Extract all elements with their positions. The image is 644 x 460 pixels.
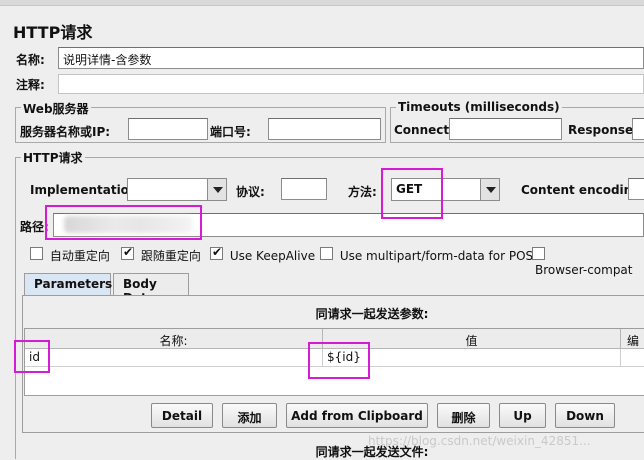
down-button[interactable]: Down [555,403,615,428]
path-highlight-box [45,205,202,240]
page-title: HTTP请求 [13,23,93,42]
top-toolbar-strip [0,0,644,6]
server-name-value [129,119,207,125]
multipart-label: Use multipart/form-data for POST [339,249,541,263]
up-button[interactable]: Up [499,403,546,428]
keepalive-checkbox[interactable] [210,245,223,260]
response-label: Response: [568,123,638,137]
params-caption-wrap: 同请求一起发送参数: [0,305,644,322]
param-value-highlight-box [308,342,370,379]
tab-parameters[interactable]: Parameters [24,273,112,295]
option-multipart[interactable]: Use multipart/form-data for POST [320,247,540,263]
method-highlight-box [381,168,443,219]
param-name-highlight-box [14,340,50,373]
table-cell-encode[interactable] [621,349,644,367]
column-header-encode[interactable]: 编 [621,329,644,349]
column-header-name[interactable]: 名称: [25,329,323,349]
connect-timeout-value [450,119,561,125]
timeouts-legend: Timeouts (milliseconds) [396,100,562,114]
name-field-value: 说明详情-含参数 [63,53,152,67]
follow-redirects-label: 跟随重定向 [140,249,201,263]
multipart-checkbox[interactable] [320,247,333,260]
name-field[interactable]: 说明详情-含参数 [58,47,644,69]
response-timeout-input[interactable] [632,118,644,140]
option-keepalive[interactable]: Use KeepAlive [210,245,316,263]
keepalive-label: Use KeepAlive [229,249,316,263]
comment-label: 注释: [16,78,45,92]
implementation-select[interactable] [127,178,227,201]
browser-compat-label: Browser-compat [535,263,633,277]
name-label: 名称: [16,53,45,67]
auto-redirect-checkbox[interactable] [30,247,43,260]
protocol-label: 协议: [236,185,265,199]
server-name-label: 服务器名称或IP: [20,125,111,139]
port-input[interactable] [268,118,381,140]
tab-body-data[interactable]: Body Data [113,273,189,305]
watermark: https://blog.csdn.net/weixin_42851... [368,434,591,448]
server-name-input[interactable] [128,118,208,140]
table-cell-name[interactable]: id [25,349,323,367]
option-browser-compat[interactable]: Browser-compat [532,247,644,277]
option-follow-redirects[interactable]: 跟随重定向 [121,245,201,264]
add-from-clipboard-button[interactable]: Add from Clipboard [286,403,428,428]
connect-timeout-input[interactable] [449,118,562,140]
response-timeout-value [633,119,644,125]
add-button[interactable]: 添加 [222,403,277,428]
content-encoding-label: Content encoding: [521,183,644,197]
auto-redirect-label: 自动重定向 [49,249,110,263]
port-label: 端口号: [210,125,251,139]
port-value [269,119,380,125]
connect-label: Connect: [394,123,454,137]
comment-field[interactable] [58,74,644,94]
params-caption: 同请求一起发送参数: [315,307,429,321]
follow-redirects-checkbox[interactable] [121,245,134,260]
content-encoding-value [629,179,644,185]
browser-compat-checkbox[interactable] [532,247,545,260]
protocol-input[interactable] [281,178,327,200]
method-label: 方法: [348,185,377,199]
chevron-down-icon[interactable] [480,179,499,200]
chevron-down-icon[interactable] [207,179,226,200]
detail-button[interactable]: Detail [151,403,213,428]
http-request-legend: HTTP请求 [21,149,85,166]
protocol-value [282,179,326,185]
content-encoding-input[interactable] [628,178,644,200]
option-follow-auto-redirect[interactable]: 自动重定向 [30,247,110,264]
implementation-label: Implementation: [30,183,143,197]
comment-field-value [59,75,643,80]
web-server-legend: Web服务器 [21,100,91,117]
delete-button[interactable]: 删除 [437,403,490,428]
